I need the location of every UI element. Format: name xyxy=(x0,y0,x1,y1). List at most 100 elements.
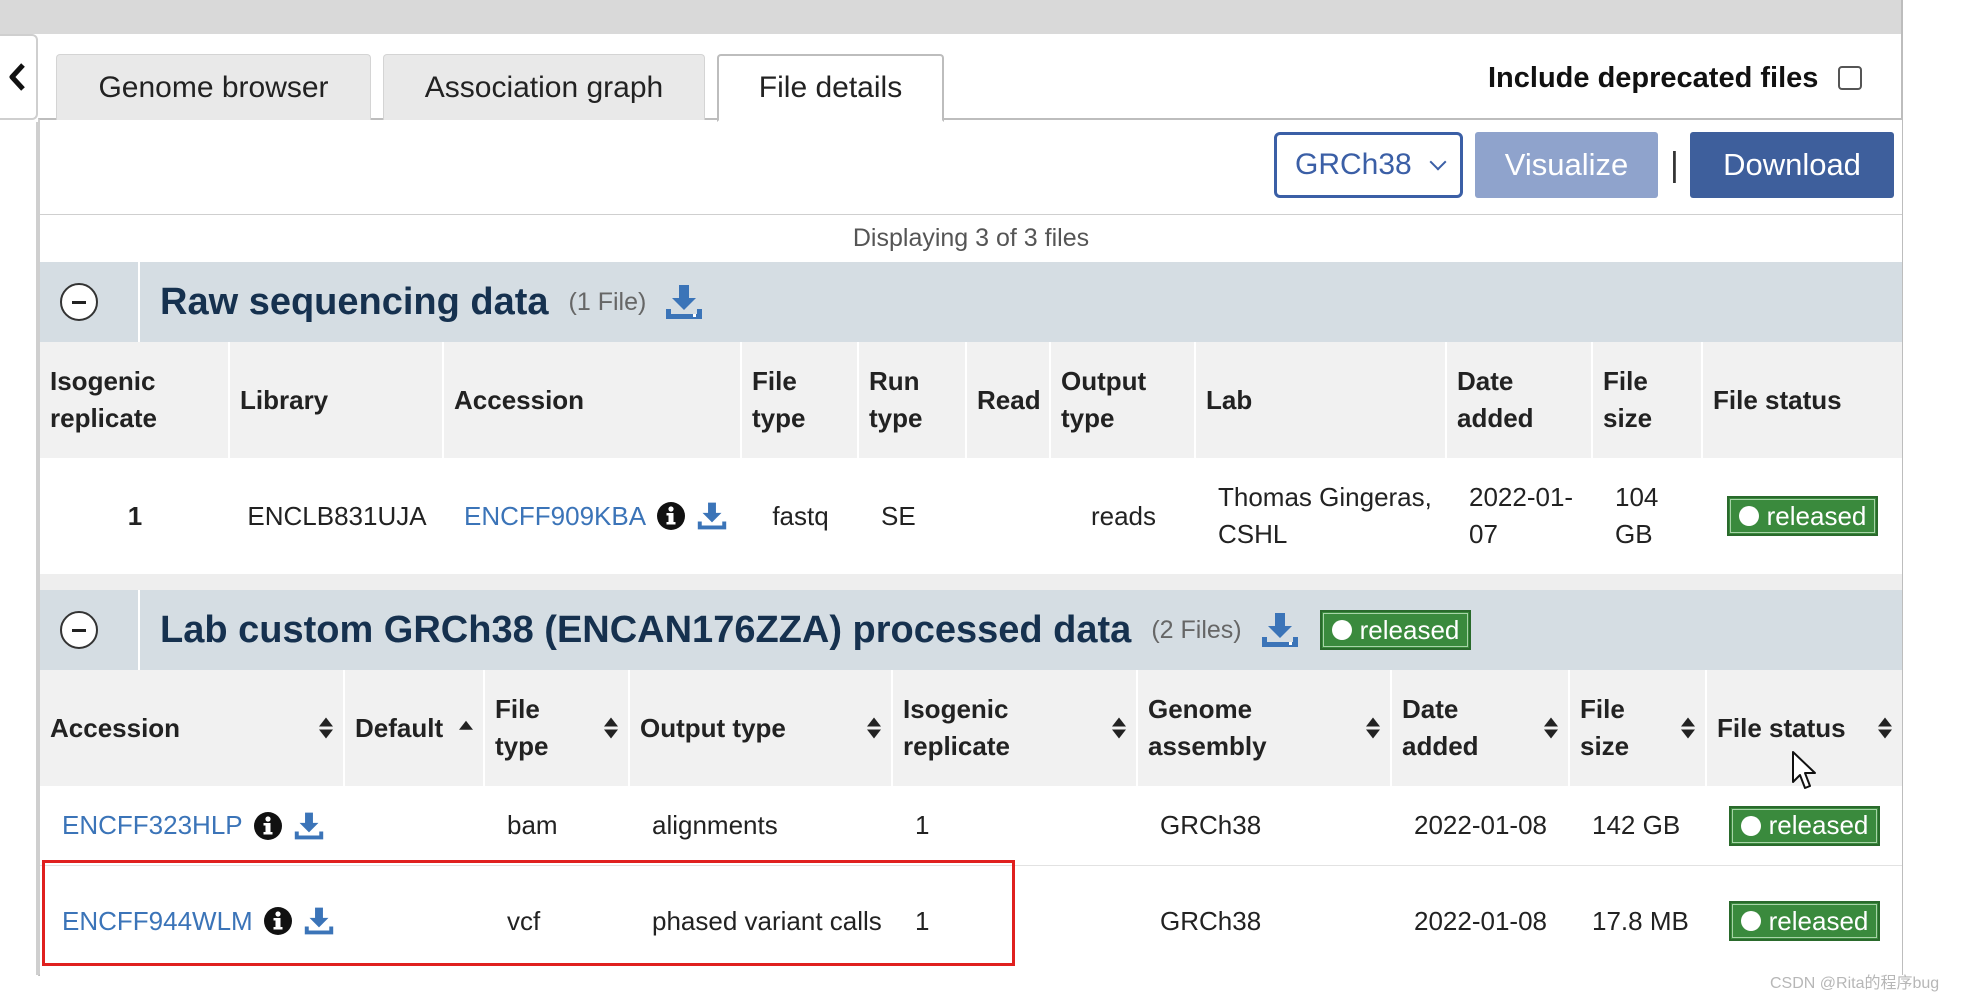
column-header: Lab xyxy=(1196,342,1447,458)
file-toolbar: GRCh38 Visualize | Download xyxy=(1274,132,1894,198)
status-dot-icon xyxy=(1738,506,1759,526)
collapse-processed-group-button[interactable] xyxy=(60,611,98,649)
file-status-cell: released xyxy=(1707,786,1902,865)
file-type-cell: vcf xyxy=(507,905,541,936)
status-badge: released xyxy=(1319,610,1472,650)
info-icon[interactable] xyxy=(656,501,686,531)
file-size-cell: 142 GB xyxy=(1592,810,1681,840)
status-badge: released xyxy=(1728,901,1881,941)
left-rail xyxy=(0,122,38,975)
output-type-cell: alignments xyxy=(652,810,778,840)
status-badge: released xyxy=(1726,496,1879,536)
accession-link[interactable]: ENCFF909KBA xyxy=(464,498,646,535)
column-header-label: File size xyxy=(1580,694,1630,761)
column-header-label: File type xyxy=(495,694,549,761)
isogenic-replicate-cell: 1 xyxy=(127,500,143,531)
include-deprecated-checkbox[interactable] xyxy=(1838,66,1863,90)
status-badge: released xyxy=(1728,805,1881,846)
column-header-file-type[interactable]: File type xyxy=(485,670,630,786)
raw-group-header: Raw sequencing data (1 File) xyxy=(40,262,1902,342)
mouse-cursor-icon xyxy=(1791,750,1819,797)
column-header-label: Isogenic replicate xyxy=(903,694,1010,761)
download-icon[interactable] xyxy=(1260,611,1300,649)
column-header: Accession xyxy=(444,342,742,458)
collapse-raw-group-button[interactable] xyxy=(60,283,98,321)
sort-icon xyxy=(604,717,618,739)
tab-association-graph[interactable]: Association graph xyxy=(383,54,705,120)
accession-cell: ENCFF323HLP xyxy=(40,786,345,865)
column-header-accession[interactable]: Accession xyxy=(40,670,345,786)
download-icon[interactable] xyxy=(696,501,728,531)
sidebar-toggle-button[interactable] xyxy=(0,34,38,120)
view-tabs: Genome browser Association graph File de… xyxy=(56,54,944,122)
tab-file-details[interactable]: File details xyxy=(717,54,944,122)
run-type-cell: SE xyxy=(881,500,916,531)
column-header-file-size[interactable]: File size xyxy=(1570,670,1707,786)
column-header: File status xyxy=(1713,384,1842,415)
column-header: Run type xyxy=(859,342,967,458)
isogenic-replicate-cell: 1 xyxy=(915,905,930,936)
output-type-cell: reads xyxy=(1090,500,1157,531)
file-size-cell: 104 GB xyxy=(1615,482,1659,549)
accession-link[interactable]: ENCFF944WLM xyxy=(62,903,253,940)
file-status-cell: released xyxy=(1707,866,1902,976)
visualize-button[interactable]: Visualize xyxy=(1475,132,1658,198)
table-row: ENCFF944WLM vcf phased variant calls 1 G… xyxy=(40,866,1902,976)
lab-cell: Thomas Gingeras, CSHL xyxy=(1218,482,1432,549)
processed-group-title: Lab custom GRCh38 (ENCAN176ZZA) processe… xyxy=(160,608,1132,651)
assembly-select[interactable]: GRCh38 xyxy=(1274,132,1463,198)
status-dot-icon xyxy=(1331,620,1352,640)
chevron-left-icon xyxy=(9,63,25,91)
processed-table-header: Accession Default File type Output type … xyxy=(40,670,1902,786)
info-icon[interactable] xyxy=(263,906,293,936)
column-header-label: Date added xyxy=(1402,694,1479,761)
genome-assembly-cell: GRCh38 xyxy=(1160,905,1262,936)
info-icon[interactable] xyxy=(253,811,283,841)
sort-icon xyxy=(1366,717,1380,739)
download-icon[interactable] xyxy=(303,906,335,936)
status-label: released xyxy=(1766,500,1867,531)
isogenic-replicate-cell: 1 xyxy=(915,810,930,840)
file-status-cell: released xyxy=(1703,458,1902,574)
output-type-cell: phased variant calls xyxy=(652,905,882,936)
read-cell xyxy=(967,458,1051,574)
status-label: released xyxy=(1768,810,1869,840)
sort-icon xyxy=(1681,717,1695,739)
column-header-label: Default xyxy=(355,712,444,743)
genome-assembly-cell: GRCh38 xyxy=(1160,810,1262,840)
top-bar xyxy=(0,0,1902,34)
download-button[interactable]: Download xyxy=(1690,132,1894,198)
sort-icon xyxy=(1544,717,1558,739)
group-divider xyxy=(138,590,140,670)
column-header-date-added[interactable]: Date added xyxy=(1392,670,1570,786)
status-label: released xyxy=(1768,905,1869,936)
status-dot-icon xyxy=(1740,911,1761,931)
date-added-cell: 2022-01-07 xyxy=(1469,482,1574,549)
column-header: Read xyxy=(967,342,1051,458)
watermark: CSDN @Rita的程序bug xyxy=(1770,975,1940,992)
column-header-label: Genome assembly xyxy=(1148,694,1267,761)
raw-table-header: Isogenic replicate Library Accession Fil… xyxy=(40,342,1902,458)
download-icon[interactable] xyxy=(293,811,325,841)
column-header-label: Accession xyxy=(50,712,181,743)
accession-link[interactable]: ENCFF323HLP xyxy=(62,807,243,844)
table-row: ENCFF323HLP bam alignments 1 GRCh38 2022… xyxy=(40,786,1902,866)
include-deprecated-toggle: Include deprecated files xyxy=(1488,58,1863,98)
display-count: Displaying 3 of 3 files xyxy=(40,214,1902,262)
column-header-isogenic-replicate[interactable]: Isogenic replicate xyxy=(893,670,1138,786)
column-header-output-type[interactable]: Output type xyxy=(630,670,893,786)
column-header-genome-assembly[interactable]: Genome assembly xyxy=(1138,670,1392,786)
column-header-default[interactable]: Default xyxy=(345,670,485,786)
status-dot-icon xyxy=(1740,815,1761,836)
date-added-cell: 2022-01-08 xyxy=(1414,905,1547,936)
file-type-cell: fastq xyxy=(772,500,829,531)
file-type-cell: bam xyxy=(507,810,558,840)
file-size-cell: 17.8 MB xyxy=(1592,905,1689,936)
processed-group-count: (2 Files) xyxy=(1151,615,1242,644)
group-divider xyxy=(138,262,140,342)
toolbar-separator: | xyxy=(1670,145,1679,184)
include-deprecated-label: Include deprecated files xyxy=(1488,61,1819,94)
download-icon[interactable] xyxy=(664,283,704,321)
library-cell: ENCLB831UJA xyxy=(247,500,427,531)
tab-genome-browser[interactable]: Genome browser xyxy=(56,54,371,120)
